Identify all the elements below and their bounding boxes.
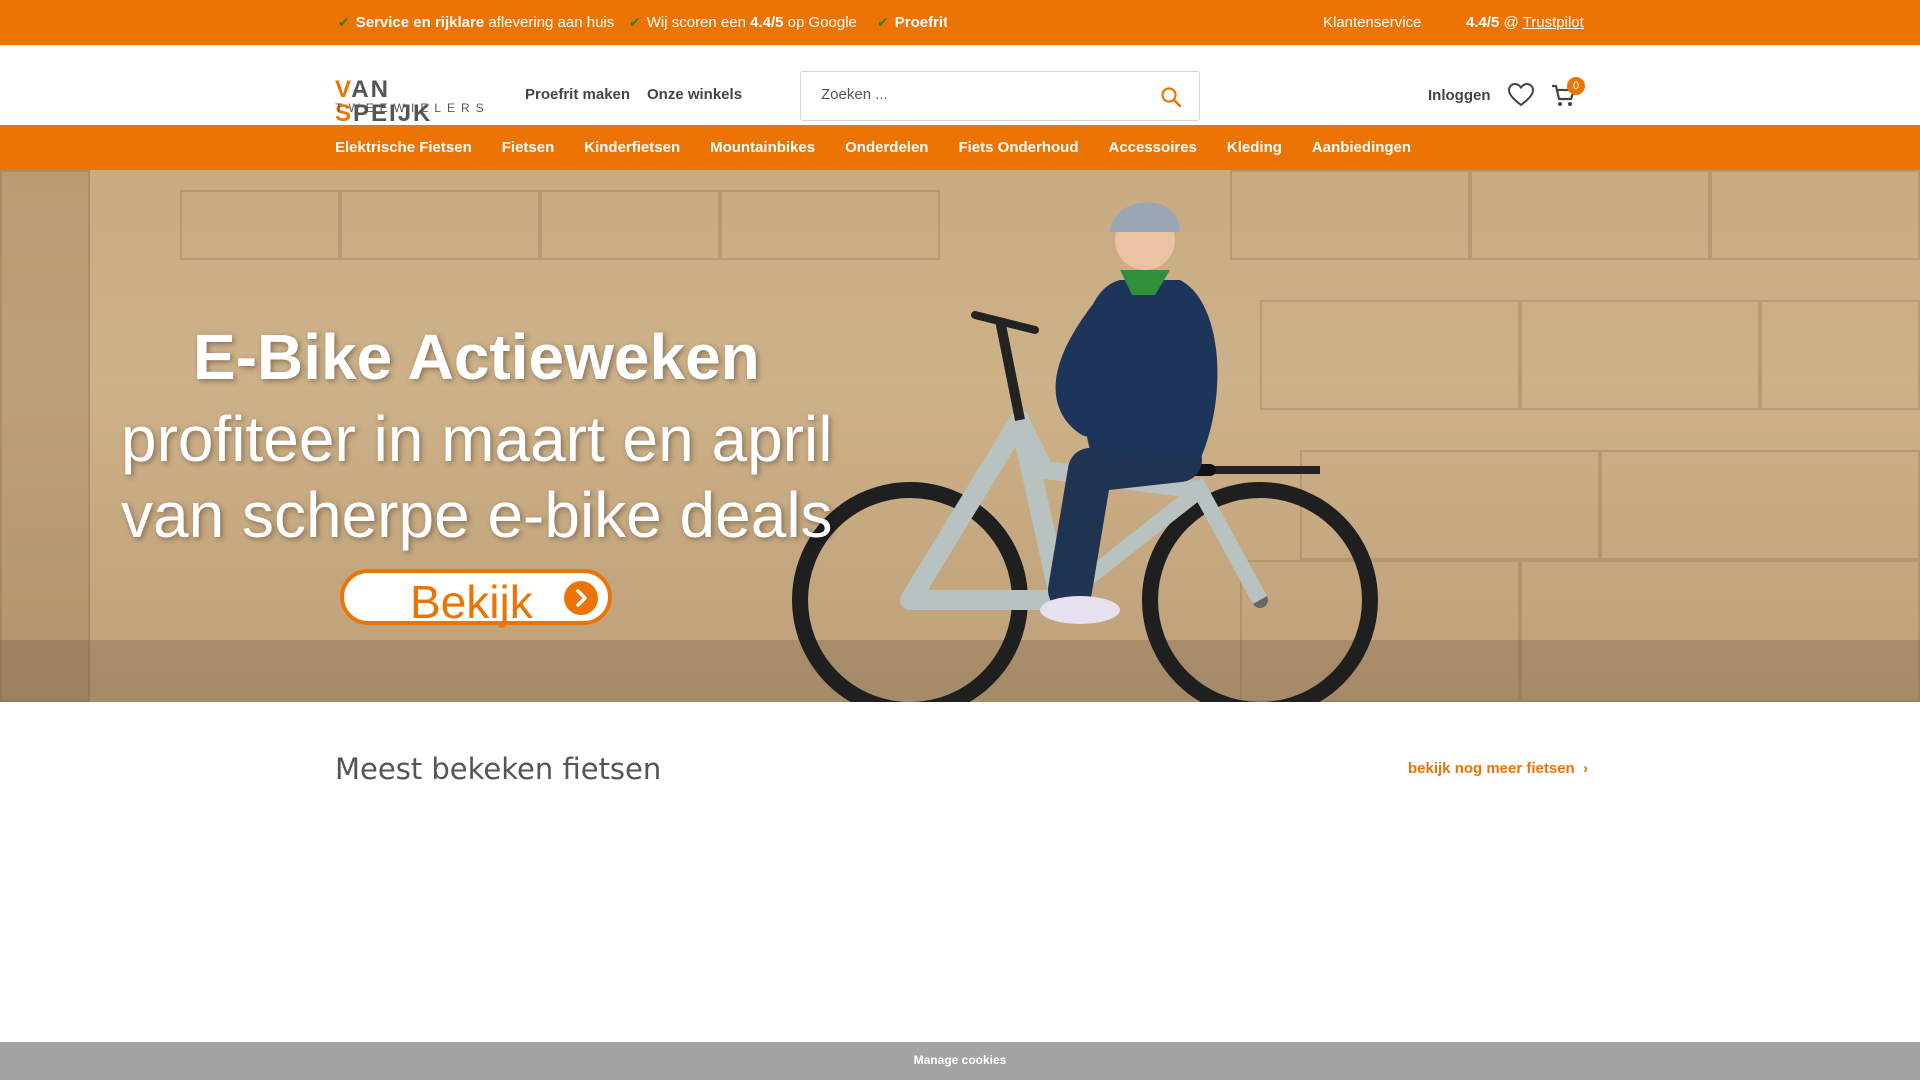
cart-count-badge: 0 bbox=[1567, 77, 1585, 95]
hero-cta-label: Bekijk bbox=[410, 576, 533, 628]
testride-link[interactable]: Proefrit maken bbox=[525, 86, 630, 103]
nav-item-parts[interactable]: Onderdelen bbox=[845, 139, 928, 156]
chevron-right-icon: › bbox=[1578, 760, 1589, 777]
logo-tagline: TWEEWIELERS bbox=[335, 101, 490, 115]
wall-stone bbox=[540, 190, 720, 260]
check-icon: ✔ bbox=[629, 14, 641, 30]
category-nav: Elektrische Fietsen Fietsen Kinderfietse… bbox=[0, 125, 1920, 170]
login-link[interactable]: Inloggen bbox=[1428, 87, 1491, 104]
nav-item-accessories[interactable]: Accessoires bbox=[1108, 139, 1196, 156]
hero-title: E-Bike Actieweken bbox=[193, 321, 760, 393]
check-icon: ✔ bbox=[877, 14, 889, 30]
chevron-right-icon bbox=[564, 581, 598, 615]
hero-subtitle-line2: van scherpe e-bike deals bbox=[121, 479, 833, 551]
usp-delivery: ✔ Service en rijklare aflevering aan hui… bbox=[338, 14, 614, 31]
usp-bar: ✔ Service en rijklare aflevering aan hui… bbox=[0, 0, 1920, 45]
nav-item-kids-bikes[interactable]: Kinderfietsen bbox=[584, 139, 680, 156]
wall-stone bbox=[340, 190, 540, 260]
more-bikes-label: bekijk nog meer fietsen bbox=[1408, 760, 1575, 777]
usp-google-score: 4.4/5 bbox=[750, 14, 784, 31]
trustpilot-score: 4.4/5 bbox=[1466, 14, 1500, 31]
usp-google-post: op Google bbox=[787, 14, 857, 31]
trustpilot-at: @ bbox=[1503, 14, 1519, 31]
search-box bbox=[800, 71, 1200, 121]
search-input[interactable] bbox=[821, 86, 1151, 103]
hero-subtitle-line1: profiteer in maart en april bbox=[121, 403, 833, 475]
nav-item-clothing[interactable]: Kleding bbox=[1227, 139, 1282, 156]
wall-stone bbox=[1710, 170, 1920, 260]
site-header: VAN SPEIJK TWEEWIELERS Proefrit maken On… bbox=[0, 45, 1920, 126]
heart-icon[interactable] bbox=[1507, 82, 1535, 107]
rider-on-ebike-illustration bbox=[792, 202, 1378, 702]
section-title-most-viewed: Meest bekeken fietsen bbox=[335, 752, 662, 786]
wall-stone bbox=[1600, 450, 1920, 560]
usp-delivery-text: aflevering aan huis bbox=[488, 14, 615, 31]
site-logo[interactable]: VAN SPEIJK TWEEWIELERS bbox=[335, 78, 490, 126]
usp-delivery-bold: Service en rijklare bbox=[355, 14, 485, 31]
more-bikes-link[interactable]: bekijk nog meer fietsen › bbox=[1408, 760, 1588, 777]
usp-testride-bold: Proefrit bbox=[894, 14, 947, 31]
manage-cookies-button[interactable]: Manage cookies bbox=[0, 1053, 1920, 1067]
search-icon[interactable] bbox=[1159, 85, 1183, 109]
usp-testride: ✔ Proefrit bbox=[877, 14, 947, 31]
check-icon: ✔ bbox=[338, 14, 350, 30]
wall-stone bbox=[1760, 300, 1920, 410]
cookie-bar: Manage cookies bbox=[0, 1042, 1920, 1080]
usp-google-rating: ✔ Wij scoren een 4.4/5 op Google bbox=[629, 14, 857, 31]
nav-item-offers[interactable]: Aanbiedingen bbox=[1312, 139, 1411, 156]
page: ✔ Service en rijklare aflevering aan hui… bbox=[0, 0, 1920, 1080]
wall-stone bbox=[1470, 170, 1710, 260]
nav-item-maintenance[interactable]: Fiets Onderhoud bbox=[958, 139, 1078, 156]
stores-link[interactable]: Onze winkels bbox=[647, 86, 742, 103]
nav-item-electric-bikes[interactable]: Elektrische Fietsen bbox=[335, 139, 472, 156]
nav-item-mountainbikes[interactable]: Mountainbikes bbox=[710, 139, 815, 156]
trustpilot-rating: 4.4/5 @ Trustpilot bbox=[1466, 14, 1584, 31]
customer-service-link[interactable]: Klantenservice bbox=[1323, 14, 1421, 31]
hero-cta-button[interactable]: Bekijk bbox=[340, 569, 612, 628]
wall-stone bbox=[1520, 300, 1760, 410]
wall-pillar bbox=[0, 170, 90, 702]
wall-stone bbox=[180, 190, 340, 260]
nav-item-bikes[interactable]: Fietsen bbox=[502, 139, 555, 156]
usp-google-pre: Wij scoren een bbox=[646, 14, 746, 31]
trustpilot-link[interactable]: Trustpilot bbox=[1523, 14, 1584, 31]
hero-banner[interactable]: E-Bike Actieweken profiteer in maart en … bbox=[0, 170, 1920, 702]
